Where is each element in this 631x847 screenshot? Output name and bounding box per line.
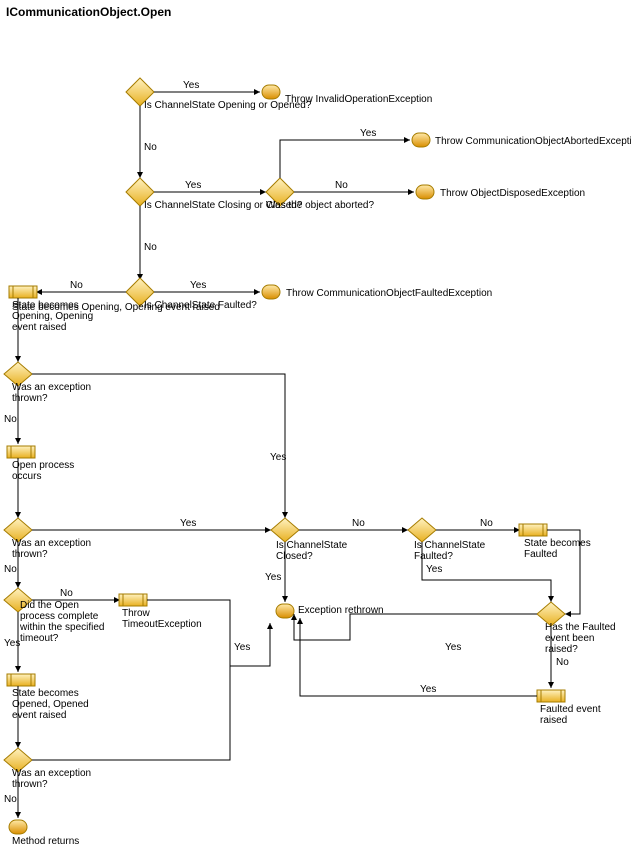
- page-title: ICommunicationObject.Open: [6, 5, 171, 19]
- decision-exception-1-label: Was an exception thrown?: [12, 382, 107, 404]
- decision-timeout-label: Did the Open process complete within the…: [20, 600, 110, 644]
- terminator-invalid-op: Throw InvalidOperationException: [262, 85, 432, 105]
- svg-text:Yes: Yes: [360, 128, 376, 139]
- process-becomes-faulted: [519, 524, 547, 536]
- edge-d7-no: No: [32, 588, 120, 600]
- process-open-label: Open process occurs: [12, 460, 102, 482]
- terminator-timeout-label: Throw TimeoutException: [122, 608, 217, 630]
- svg-text:No: No: [335, 180, 348, 191]
- svg-text:Yes: Yes: [185, 180, 201, 191]
- edge-d7-yes: Yes: [4, 612, 20, 672]
- svg-text:No: No: [352, 518, 365, 529]
- terminator-timeout: [119, 594, 147, 606]
- svg-text:Yes: Yes: [270, 452, 286, 463]
- terminator-rethrown: [276, 604, 294, 618]
- label: Throw ObjectDisposedException: [440, 188, 585, 199]
- edge-d3-yes: Yes: [280, 128, 410, 178]
- decision-channelstate-faulted-2: [408, 518, 436, 542]
- edge-d4-yes: Yes: [154, 280, 260, 292]
- svg-text:No: No: [556, 657, 569, 668]
- svg-text:Yes: Yes: [4, 638, 20, 649]
- svg-text:Yes: Yes: [445, 642, 461, 653]
- process-faulted-event: [537, 690, 565, 702]
- edge-d2-yes: Yes: [154, 180, 266, 192]
- process-faulted-event-label: Faulted event raised: [540, 704, 630, 726]
- edge-d2-no: No: [140, 206, 157, 280]
- terminator-return-label: Method returns: [12, 836, 132, 847]
- svg-text:Yes: Yes: [183, 80, 199, 91]
- terminator-aborted: Throw CommunicationObjectAbortedExceptio…: [412, 133, 631, 147]
- svg-text:Yes: Yes: [265, 572, 281, 583]
- label: Throw InvalidOperationException: [285, 94, 432, 105]
- edge-d6-yes: Yes: [32, 518, 271, 530]
- terminator-faulted-exception: Throw CommunicationObjectFaultedExceptio…: [262, 285, 492, 299]
- decision-faulted2-label: Is ChannelState Faulted?: [414, 540, 509, 562]
- label: Throw CommunicationObjectAbortedExceptio…: [435, 136, 631, 147]
- decision-closed-label: Is ChannelState Closed?: [276, 540, 371, 562]
- svg-text:Yes: Yes: [190, 280, 206, 291]
- svg-text:No: No: [4, 564, 17, 575]
- decision-channelstate-closed: [271, 518, 299, 542]
- process-opening-label: State becomes Opening, Opening event rai…: [12, 300, 102, 333]
- decision-channelstate-opening: Is ChannelState Opening or Opened?: [126, 78, 312, 111]
- edge-d1-yes: Yes: [154, 80, 260, 92]
- edge-d3-no: No: [294, 180, 414, 192]
- svg-text:No: No: [480, 518, 493, 529]
- edge-d9-no: No: [299, 518, 408, 530]
- svg-text:No: No: [70, 280, 83, 291]
- svg-text:No: No: [4, 794, 17, 805]
- decision-exception-2-label: Was an exception thrown?: [12, 538, 107, 560]
- edge-d1-no: No: [140, 106, 157, 178]
- svg-text:No: No: [144, 142, 157, 153]
- process-open: [7, 446, 35, 458]
- svg-text:No: No: [4, 414, 17, 425]
- svg-text:Yes: Yes: [426, 564, 442, 575]
- decision-faulted-event-label: Has the Faulted event been raised?: [545, 622, 630, 655]
- label: Was the object aborted?: [266, 200, 374, 211]
- process-opened: [7, 674, 35, 686]
- process-faulted-label: State becomes Faulted: [524, 538, 619, 560]
- label: Throw CommunicationObjectFaultedExceptio…: [286, 288, 492, 299]
- decision-exception-3-label: Was an exception thrown?: [12, 768, 107, 790]
- decision-object-aborted: Was the object aborted?: [266, 178, 374, 211]
- terminator-disposed: Throw ObjectDisposedException: [416, 185, 585, 199]
- edge-d4-no: No: [36, 280, 126, 292]
- edge-d10-no: No: [436, 518, 520, 530]
- svg-text:No: No: [60, 588, 73, 599]
- process-opened-label: State becomes Opened, Opened event raise…: [12, 688, 112, 721]
- terminator-method-returns: [9, 820, 27, 834]
- svg-text:Yes: Yes: [420, 684, 436, 695]
- svg-text:Yes: Yes: [234, 642, 250, 653]
- svg-text:No: No: [144, 242, 157, 253]
- svg-text:Yes: Yes: [180, 518, 196, 529]
